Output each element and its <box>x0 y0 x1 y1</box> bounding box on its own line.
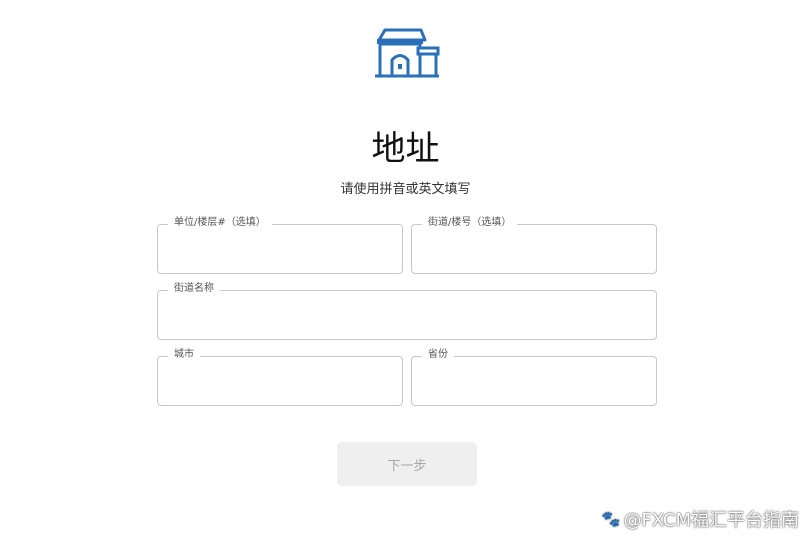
street-number-field[interactable]: 街道/楼号（选填） <box>411 216 657 274</box>
province-input[interactable] <box>424 373 644 397</box>
street-name-label: 街道名称 <box>168 282 220 296</box>
watermark: 🐾 @FXCM福汇平台指南 <box>602 506 799 532</box>
address-page: 地址 请使用拼音或英文填写 单位/楼层#（选填） 街道/楼号（选填） 街道名称 … <box>0 0 811 548</box>
city-label: 城市 <box>168 348 200 362</box>
unit-floor-input[interactable] <box>170 241 390 265</box>
street-name-field[interactable]: 街道名称 <box>157 282 657 340</box>
province-label: 省份 <box>422 348 454 362</box>
next-step-button[interactable]: 下一步 <box>337 442 477 486</box>
paw-icon: 🐾 <box>601 510 621 528</box>
page-subtitle: 请使用拼音或英文填写 <box>340 182 471 197</box>
watermark-text: @FXCM福汇平台指南 <box>623 510 799 531</box>
city-field[interactable]: 城市 <box>157 348 403 406</box>
storefront-icon <box>375 28 440 78</box>
unit-floor-field[interactable]: 单位/楼层#（选填） <box>157 216 403 274</box>
unit-floor-label: 单位/楼层#（选填） <box>168 216 272 230</box>
street-name-input[interactable] <box>170 307 644 331</box>
province-field[interactable]: 省份 <box>411 348 657 406</box>
street-number-label: 街道/楼号（选填） <box>422 216 518 230</box>
page-title: 地址 <box>371 129 440 169</box>
street-number-input[interactable] <box>424 241 644 265</box>
city-input[interactable] <box>170 373 390 397</box>
